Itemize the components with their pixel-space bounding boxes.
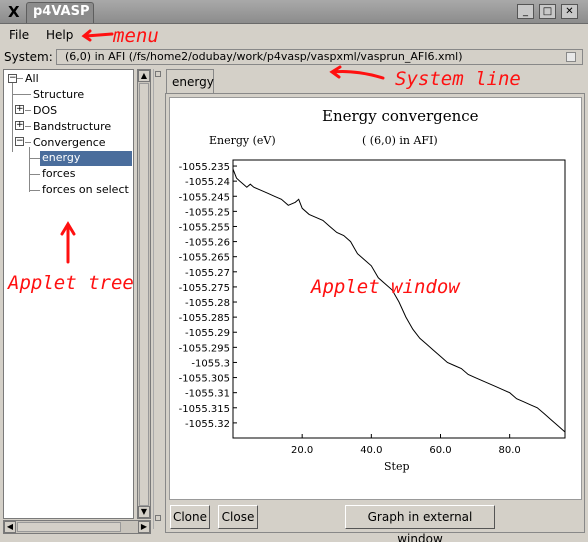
annotation-system-line: System line [395,68,521,90]
annotation-applet-tree: Applet tree [8,272,134,294]
annotation-applet-window: Applet window [311,276,460,298]
annotation-menu: menu [113,25,159,47]
